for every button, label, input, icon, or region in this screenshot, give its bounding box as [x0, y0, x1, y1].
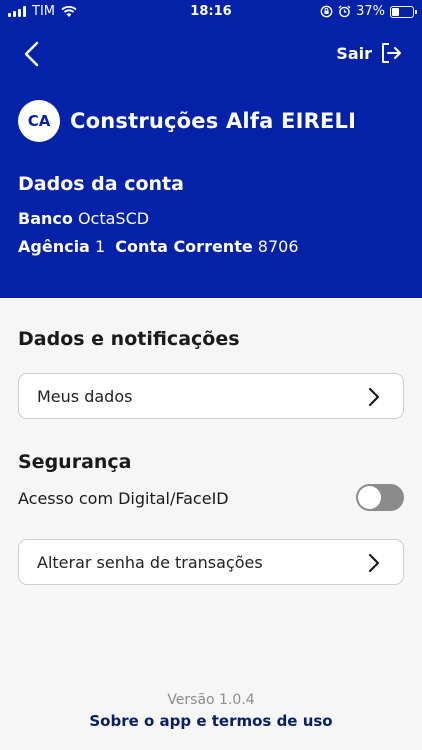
- status-bar: TIM 18:16 37%: [0, 0, 422, 24]
- app-version: Versão 1.0.4: [167, 692, 255, 708]
- status-right: 37%: [320, 4, 417, 19]
- company-row: CA Construções Alfa EIRELI: [18, 100, 356, 142]
- account-title: Dados da conta: [18, 173, 184, 195]
- change-password-label: Alterar senha de transações: [37, 552, 263, 572]
- logout-icon: [382, 43, 401, 63]
- biometric-toggle[interactable]: [356, 484, 404, 511]
- bank-label: Banco: [18, 209, 73, 228]
- change-password-button[interactable]: Alterar senha de transações: [18, 539, 404, 585]
- agency-value: 1: [94, 237, 106, 256]
- back-button[interactable]: [20, 40, 44, 68]
- logout-label: Sair: [336, 43, 372, 63]
- about-terms-link[interactable]: Sobre o app e termos de uso: [0, 712, 422, 730]
- bank-line: Banco OctaSCD: [18, 209, 149, 228]
- my-data-button[interactable]: Meus dados: [18, 373, 404, 419]
- biometric-label: Acesso com Digital/FaceID: [18, 488, 229, 508]
- company-name: Construções Alfa EIRELI: [70, 109, 357, 133]
- account-value: 8706: [257, 237, 299, 256]
- chevron-right-icon: [368, 387, 380, 407]
- avatar: CA: [18, 100, 60, 142]
- alarm-icon: [338, 5, 351, 18]
- account-header: TIM 18:16 37% Sair CA Construções Alfa E…: [0, 0, 422, 298]
- security-title: Segurança: [18, 451, 132, 473]
- my-data-label: Meus dados: [37, 386, 133, 406]
- battery-fill: [392, 7, 399, 16]
- data-notifications-title: Dados e notificações: [18, 328, 240, 350]
- orientation-lock-icon: [320, 5, 333, 18]
- battery-percent: 37%: [356, 4, 385, 19]
- agency-account-line: Agência 1 Conta Corrente 8706: [18, 237, 299, 256]
- biometric-row: Acesso com Digital/FaceID: [18, 484, 404, 512]
- battery-icon: [390, 5, 417, 18]
- logout-button[interactable]: Sair: [336, 42, 402, 64]
- bank-value: OctaSCD: [77, 209, 150, 228]
- agency-label: Agência: [18, 237, 90, 256]
- account-label: Conta Corrente: [115, 237, 253, 256]
- chevron-right-icon: [368, 553, 380, 573]
- toggle-knob: [358, 486, 381, 509]
